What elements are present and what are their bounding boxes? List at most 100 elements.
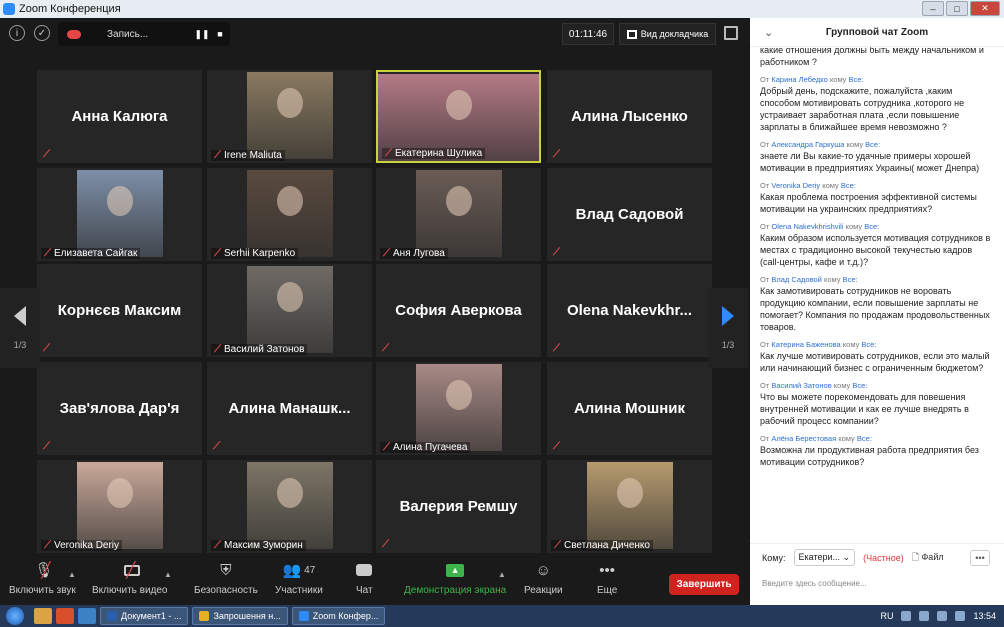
participant-tile[interactable]: ⟋ Василий Затонов	[207, 264, 372, 357]
reactions-button[interactable]: ☺ Реакции	[524, 561, 563, 603]
participant-tile[interactable]: София Аверкова ⟋	[376, 264, 541, 357]
chat-sender[interactable]: Olena Nakevkhrishvili	[771, 222, 843, 231]
start-button[interactable]	[0, 605, 30, 627]
chat-sender[interactable]: Карина Лебедко	[771, 75, 827, 84]
chat-button[interactable]: Чат	[356, 561, 373, 603]
prev-page-button[interactable]: 1/3	[0, 288, 40, 368]
chat-recipient: Все:	[852, 381, 868, 390]
page-indicator-left: 1/3	[13, 340, 27, 350]
maximize-button[interactable]: □	[946, 1, 968, 16]
video-options-caret[interactable]: ▲	[164, 570, 172, 579]
participant-name: Алина Манашк...	[228, 400, 351, 417]
participant-tile[interactable]: ⟋ Екатерина Шулика	[376, 70, 541, 163]
chat-message-header: От Влад Садовой кому Все:	[760, 275, 994, 284]
participant-video	[247, 72, 333, 159]
security-button[interactable]: ⛨ Безопасность	[194, 561, 258, 603]
participant-tile[interactable]: ⟋ Irene Maliuta	[207, 70, 372, 163]
participant-tile[interactable]: ⟋ Veronika Deriy	[37, 460, 202, 553]
chat-sender[interactable]: Алёна Берестовая	[771, 434, 836, 443]
chat-sender[interactable]: Катерина Баженова	[771, 340, 840, 349]
language-indicator[interactable]: RU	[880, 611, 893, 621]
folder-icon[interactable]	[78, 608, 96, 624]
participant-tile[interactable]: Алина Лысенко ⟋	[547, 70, 712, 163]
mic-muted-icon: ⟋	[553, 149, 560, 160]
chat-sender[interactable]: Александра Гаркуша	[771, 140, 844, 149]
fullscreen-icon[interactable]	[724, 26, 738, 40]
participant-tile[interactable]: Olena Nakevkhr... ⟋	[547, 264, 712, 357]
reactions-label: Реакции	[524, 585, 563, 596]
arrow-left-icon	[14, 306, 26, 326]
participant-tile[interactable]: ⟋ Алина Пугачева	[376, 362, 541, 455]
share-options-caret[interactable]: ▲	[498, 570, 506, 579]
chevron-down-icon[interactable]: ⌄	[764, 26, 773, 39]
file-label: Файл	[921, 551, 944, 562]
next-page-button[interactable]: 1/3	[708, 288, 748, 368]
more-button[interactable]: ••• Еще	[597, 561, 617, 603]
from-prefix: От	[760, 222, 770, 231]
taskbar-zoom[interactable]: Zoom Конфер...	[291, 607, 386, 625]
chat-message-text: Что вы можете порекомендовать для повеше…	[760, 392, 969, 426]
participant-tile[interactable]: ⟋ Serhii Karpenko	[207, 168, 372, 261]
chat-bubble-icon	[356, 561, 373, 579]
chat-label: Чат	[356, 585, 373, 596]
file-button[interactable]: 🗋 Файл	[912, 550, 944, 566]
chat-recipient: Все:	[864, 222, 880, 231]
participant-tile[interactable]: Валерия Ремшу ⟋	[376, 460, 541, 553]
chat-input[interactable]: Введите здесь сообщение...	[750, 571, 1004, 601]
taskbar-zoom-label: Zoom Конфер...	[312, 611, 379, 621]
participant-tile[interactable]: ⟋ Аня Лугова	[376, 168, 541, 261]
shield-icon[interactable]: ✓	[34, 25, 50, 41]
participants-button[interactable]: 👥 47 Участники	[275, 561, 323, 603]
network-icon[interactable]	[937, 611, 948, 621]
minimize-button[interactable]: –	[922, 1, 944, 16]
participant-tile[interactable]: Влад Садовой ⟋	[547, 168, 712, 261]
participant-tile[interactable]: ⟋ Светлана Диченко	[547, 460, 712, 553]
chat-more-icon[interactable]: •••	[970, 549, 990, 566]
participant-tile[interactable]: Корнєєв Максим ⟋	[37, 264, 202, 357]
taskbar-word[interactable]: Документ1 - ...	[100, 607, 189, 625]
unmute-button[interactable]: 🎙 ╱ Включить звук	[9, 561, 76, 603]
share-screen-button[interactable]: ▲ Демонстрация экрана	[404, 561, 506, 603]
participant-tile[interactable]: Зав'ялова Дар'я ⟋	[37, 362, 202, 455]
mic-muted-icon: ⟋	[382, 539, 389, 550]
tray-icon[interactable]	[919, 611, 930, 621]
recipient-select[interactable]: Екатери... ⌄	[793, 549, 856, 566]
to-label: Кому:	[762, 552, 786, 563]
participant-tile[interactable]: ⟋ Елизавета Сайгак	[37, 168, 202, 261]
chat-sender[interactable]: Влад Садовой	[771, 275, 822, 284]
participant-tile[interactable]: ⟋ Максим Зуморин	[207, 460, 372, 553]
volume-icon[interactable]	[955, 611, 966, 621]
audio-options-caret[interactable]: ▲	[68, 570, 76, 579]
chat-message-text: знаете ли Вы какие-то удачные примеры хо…	[760, 151, 980, 173]
chat-messages[interactable]: какие отношения должны быть между началь…	[750, 47, 1004, 547]
chat-sender[interactable]: Василий Затонов	[771, 381, 831, 390]
participant-name-label: ⟋ Veronika Deriy	[41, 540, 123, 551]
start-video-label: Включить видео	[92, 585, 168, 596]
end-meeting-button[interactable]: Завершить	[669, 574, 739, 595]
participant-tile[interactable]: Анна Калюга ⟋	[37, 70, 202, 163]
from-prefix: От	[760, 434, 770, 443]
participant-tile[interactable]: Алина Мошник ⟋	[547, 362, 712, 455]
participant-video	[77, 462, 163, 549]
page-indicator-right: 1/3	[721, 340, 735, 350]
from-prefix: От	[760, 381, 770, 390]
close-window-button[interactable]: ✕	[970, 1, 1000, 16]
speaker-view-button[interactable]: Вид докладчика	[619, 23, 716, 45]
explorer-icon[interactable]	[34, 608, 52, 624]
taskbar-chrome[interactable]: Запрошення н...	[192, 607, 288, 625]
start-video-button[interactable]: ╱ Включить видео	[92, 561, 168, 603]
clock: 13:54	[973, 611, 996, 621]
chat-sender[interactable]: Veronika Deriy	[771, 181, 820, 190]
info-icon[interactable]: i	[9, 25, 25, 41]
chat-recipient: Все:	[848, 75, 864, 84]
participant-tile[interactable]: Алина Манашк... ⟋	[207, 362, 372, 455]
participant-name: Корнєєв Максим	[57, 302, 182, 319]
tray-icon[interactable]	[901, 611, 912, 621]
chat-message-text: Добрый день, подскажите, пожалуйста ,как…	[760, 86, 965, 132]
mic-muted-icon: ⟋	[44, 540, 51, 551]
stop-recording-button[interactable]: ■	[212, 26, 228, 42]
media-player-icon[interactable]	[56, 608, 74, 624]
mic-muted-icon: ⟋	[43, 441, 50, 452]
pause-recording-button[interactable]: ❚❚	[194, 26, 210, 42]
participant-name-label: ⟋ Елизавета Сайгак	[41, 248, 141, 259]
